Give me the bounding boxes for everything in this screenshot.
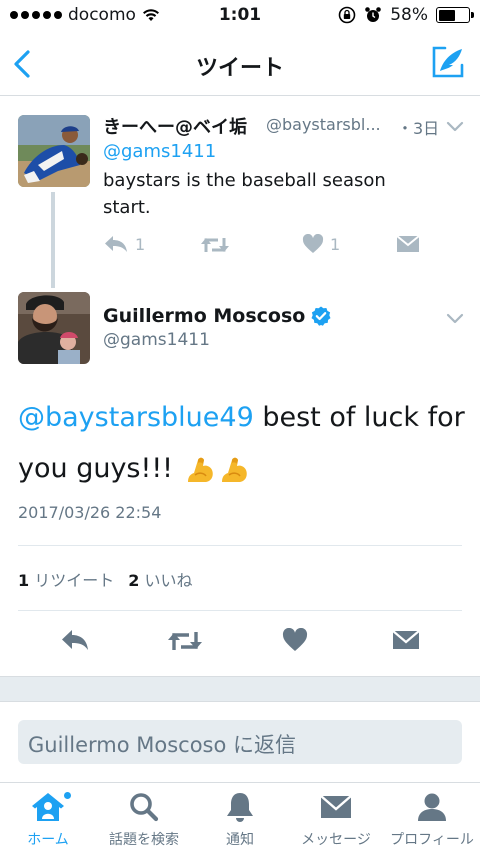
- author-handle[interactable]: @gams1411: [103, 330, 210, 350]
- retweet-stat[interactable]: 1 リツイート: [18, 567, 114, 591]
- tab-search[interactable]: 話題を検索: [96, 783, 192, 852]
- parent-tweet-age: ・3日: [397, 119, 440, 138]
- battery-percent: 58%: [390, 5, 428, 25]
- heart-icon: [282, 627, 308, 651]
- rotation-lock-icon: [338, 6, 356, 24]
- tab-messages[interactable]: メッセージ: [288, 783, 384, 852]
- retweet-icon: [168, 632, 202, 650]
- parent-dm-button[interactable]: [396, 234, 420, 254]
- tab-home-label: ホーム: [27, 832, 69, 848]
- parent-author-name[interactable]: きーへー@ベイ垢: [103, 113, 247, 139]
- tab-home[interactable]: ホーム: [0, 783, 96, 852]
- like-stat[interactable]: 2 いいね: [128, 567, 192, 591]
- tweet-mention-link[interactable]: @baystarsblue49: [18, 402, 254, 433]
- parent-tweet-menu-chevron-icon[interactable]: [446, 121, 464, 133]
- alarm-icon: [365, 7, 382, 22]
- parent-retweet-button[interactable]: [200, 234, 230, 256]
- heart-icon: [302, 234, 324, 253]
- envelope-icon: [396, 235, 420, 252]
- envelope-icon: [392, 630, 420, 649]
- retweet-icon: [201, 238, 229, 252]
- tweet-menu-chevron-icon[interactable]: [446, 313, 464, 325]
- section-separator: [0, 676, 480, 702]
- tab-profile[interactable]: プロフィール: [384, 783, 480, 852]
- parent-author-handle[interactable]: @baystarsbl...: [266, 115, 381, 134]
- battery-icon: [436, 7, 474, 23]
- parent-tweet-mention-link[interactable]: @gams1411: [103, 141, 216, 162]
- like-button[interactable]: [282, 627, 308, 656]
- author-photo: [18, 292, 90, 364]
- author-name[interactable]: Guillermo Moscoso: [103, 305, 331, 327]
- reply-icon: [62, 630, 88, 650]
- home-new-content-dot: [63, 791, 72, 800]
- search-icon: [130, 793, 159, 822]
- tab-search-label: 話題を検索: [109, 832, 179, 848]
- direct-message-button[interactable]: [392, 628, 420, 656]
- parent-like-button[interactable]: 1: [302, 234, 340, 254]
- tab-notifications-label: 通知: [226, 832, 254, 848]
- parent-like-count: 1: [330, 234, 341, 254]
- home-icon: [32, 793, 64, 821]
- parent-reply-count: 1: [135, 234, 146, 254]
- thread-connector-line: [51, 192, 55, 288]
- bell-icon: [227, 793, 253, 822]
- reply-icon: [105, 236, 127, 252]
- divider: [18, 545, 462, 546]
- retweet-button[interactable]: [167, 628, 203, 658]
- tweet-stats: 1 リツイート 2 いいね: [18, 567, 193, 591]
- tweet-text: @baystarsblue49 best of luck for you guy…: [18, 392, 468, 494]
- retweet-stat-label: リツイート: [34, 571, 115, 590]
- parent-tweet-text: baystars is the baseball season start.: [103, 170, 386, 218]
- compose-tweet-icon[interactable]: [430, 44, 466, 80]
- flexed-biceps-emoji-icon-2: [221, 457, 247, 482]
- parent-tweet-avatar[interactable]: [18, 115, 90, 187]
- like-stat-count: 2: [128, 571, 140, 590]
- author-name-text: Guillermo Moscoso: [103, 305, 306, 327]
- tab-bar: ホーム 話題を検索 通知 メッセージ プロフィール: [0, 782, 480, 852]
- author-avatar[interactable]: [18, 292, 90, 364]
- tweet-timestamp: 2017/03/26 22:54: [18, 503, 162, 522]
- status-right: 58%: [338, 5, 474, 25]
- baseball-player-photo: [18, 115, 90, 187]
- divider: [18, 610, 462, 611]
- reply-input[interactable]: Guillermo Moscoso に返信: [18, 720, 462, 764]
- verified-badge-icon: [311, 306, 331, 326]
- tweet-actions: [0, 620, 480, 664]
- tab-notifications[interactable]: 通知: [192, 783, 288, 852]
- parent-tweet-actions: 1 1: [103, 232, 433, 260]
- person-icon: [418, 793, 446, 821]
- tab-profile-label: プロフィール: [390, 832, 474, 848]
- flexed-biceps-emoji-icon: [187, 457, 213, 482]
- status-bar: docomo 1:01 58%: [0, 0, 480, 32]
- tab-messages-label: メッセージ: [301, 832, 371, 848]
- envelope-icon: [320, 795, 352, 818]
- parent-reply-button[interactable]: 1: [103, 234, 145, 254]
- navigation-bar: ツイート: [0, 32, 480, 96]
- reply-button[interactable]: [60, 628, 90, 656]
- like-stat-label: いいね: [144, 571, 193, 590]
- page-title: ツイート: [195, 56, 284, 81]
- retweet-stat-count: 1: [18, 571, 30, 590]
